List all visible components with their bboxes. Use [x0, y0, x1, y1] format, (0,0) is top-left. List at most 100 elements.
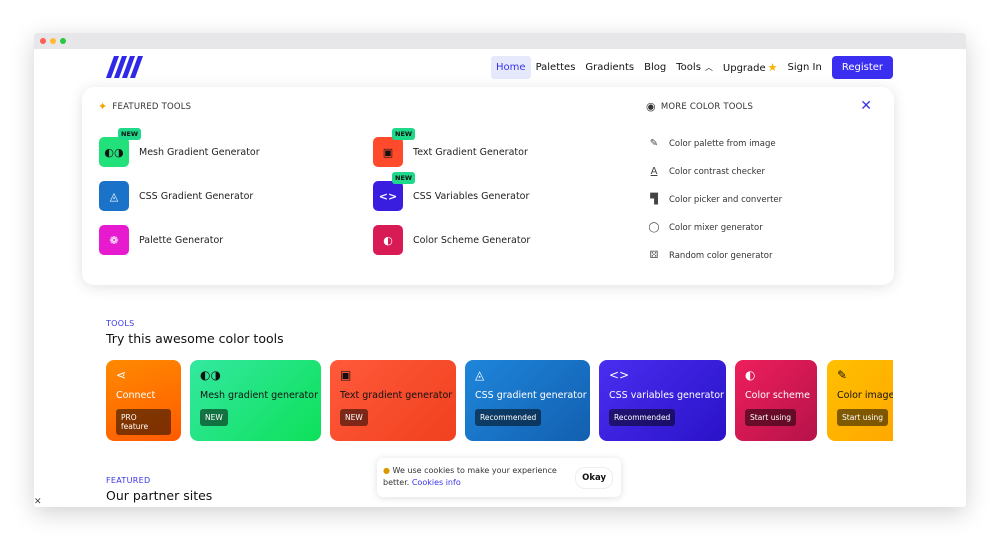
- tool-card-title: Color scheme: [745, 390, 810, 401]
- more-tool-label: Color contrast checker: [669, 166, 765, 177]
- featured-tools-title: ✦ FEATURED TOOLS: [98, 100, 191, 113]
- cookie-message: We use cookies to make your experience b…: [383, 466, 557, 487]
- sparkle-icon: ✦: [98, 100, 108, 113]
- more-tool-label: Color palette from image: [669, 138, 776, 149]
- featured-tool-palette[interactable]: ❁ Palette Generator: [99, 225, 223, 255]
- chevron-up-icon: ︿: [704, 63, 713, 72]
- paint-roller-icon: ▜: [650, 194, 658, 205]
- tool-card-badge: Start using: [745, 409, 796, 426]
- more-tool-mixer[interactable]: ◯ Color mixer generator: [648, 222, 763, 233]
- cookie-text-block: ● We use cookies to make your experience…: [383, 465, 563, 489]
- tool-card-badge: Recommended: [609, 409, 676, 426]
- tool-card-css-gradient[interactable]: ◬ CSS gradient generator Recommended: [465, 360, 590, 441]
- mesh-gradient-icon: ◐◑ NEW: [99, 128, 142, 167]
- star-icon: ★: [767, 61, 778, 74]
- tool-card-color-image[interactable]: ✎ Color image Start using: [827, 360, 893, 441]
- cookie-banner: ● We use cookies to make your experience…: [377, 458, 621, 497]
- eyedropper-icon: ✎: [837, 368, 848, 382]
- browser-window: Home Palettes Gradients Blog Tools ︿ Upgr…: [34, 33, 966, 507]
- featured-tool-label: Mesh Gradient Generator: [139, 146, 260, 158]
- tools-kicker: TOOLS: [106, 319, 135, 328]
- tool-card-title: Text gradient generator: [340, 390, 453, 401]
- logo-icon[interactable]: [106, 56, 144, 78]
- more-tool-contrast-checker[interactable]: A Color contrast checker: [648, 166, 765, 177]
- more-tool-picker-converter[interactable]: ▜ Color picker and converter: [648, 194, 782, 205]
- okay-button[interactable]: Okay: [575, 467, 613, 489]
- featured-tools-label: FEATURED TOOLS: [112, 101, 192, 112]
- tool-card-color-scheme[interactable]: ◐ Color scheme Start using: [735, 360, 817, 441]
- tool-card-badge: Start using: [837, 409, 888, 426]
- more-tool-label: Random color generator: [669, 250, 773, 261]
- more-tool-palette-from-image[interactable]: ✎ Color palette from image: [648, 138, 776, 149]
- circles-icon: ◯: [648, 222, 660, 233]
- register-button[interactable]: Register: [831, 56, 893, 79]
- tools-dropdown: ✦ FEATURED TOOLS ◉ MORE COLOR TOOLS ✕ ◐◑…: [82, 87, 894, 285]
- tool-card-title: Connect: [116, 390, 156, 401]
- tool-card-title: Mesh gradient generator: [200, 390, 318, 401]
- tool-card-badge: Recommended: [475, 409, 542, 426]
- featured-heading: Our partner sites: [106, 488, 213, 503]
- dice-icon: ⚄: [649, 250, 659, 261]
- mesh-gradient-icon: ◐◑: [200, 368, 221, 382]
- nav-tools[interactable]: Tools ︿: [671, 56, 718, 79]
- maximize-window-dot[interactable]: [60, 38, 66, 44]
- tool-card-badge: PRO feature: [116, 409, 171, 435]
- sign-in-link[interactable]: Sign In: [783, 56, 827, 79]
- featured-tool-label: Color Scheme Generator: [413, 234, 531, 246]
- featured-kicker: FEATURED: [106, 476, 151, 485]
- text-box-icon: ▣: [340, 368, 352, 382]
- code-icon: <>: [609, 368, 630, 382]
- featured-tool-css-variables[interactable]: <> NEW CSS Variables Generator: [373, 172, 530, 211]
- share-icon: ⋖: [116, 368, 127, 382]
- main-nav: Home Palettes Gradients Blog Tools ︿ Upgr…: [491, 55, 893, 80]
- title-bar: [34, 33, 966, 49]
- tool-card-connect[interactable]: ⋖ Connect PRO feature: [106, 360, 181, 441]
- text-box-icon: ▣ NEW: [373, 128, 416, 167]
- tool-card-badge: NEW: [200, 409, 228, 426]
- nav-home[interactable]: Home: [491, 56, 531, 79]
- featured-tool-label: Palette Generator: [139, 234, 224, 246]
- close-icon[interactable]: ✕: [860, 98, 872, 114]
- drop-icon: ◐: [745, 368, 756, 382]
- featured-tool-color-scheme[interactable]: ◐ Color Scheme Generator: [373, 225, 530, 255]
- tool-card-css-variables[interactable]: <> CSS variables generator Recommended: [599, 360, 726, 441]
- new-badge: NEW: [392, 128, 416, 140]
- nav-blog[interactable]: Blog: [639, 56, 671, 79]
- nav-tools-label: Tools: [676, 62, 701, 73]
- nav-upgrade[interactable]: Upgrade ★: [718, 55, 783, 80]
- tool-card-badge: NEW: [340, 409, 368, 426]
- featured-tool-mesh[interactable]: ◐◑ NEW Mesh Gradient Generator: [99, 128, 260, 167]
- new-badge: NEW: [392, 172, 416, 184]
- more-tools-title: ◉ MORE COLOR TOOLS: [646, 100, 753, 113]
- featured-tool-label: CSS Gradient Generator: [139, 190, 254, 202]
- code-icon: <> NEW: [373, 172, 416, 211]
- palette-icon: ◉: [646, 100, 656, 113]
- eyedropper-icon: ✎: [649, 138, 659, 149]
- tool-card-title: CSS gradient generator: [475, 390, 587, 401]
- minimize-window-dot[interactable]: [50, 38, 56, 44]
- tool-cards-row: ⋖ Connect PRO feature ◐◑ Mesh gradient g…: [106, 360, 893, 441]
- featured-tool-css-gradient[interactable]: ◬ CSS Gradient Generator: [99, 181, 253, 211]
- nav-gradients[interactable]: Gradients: [580, 56, 639, 79]
- nav-palettes[interactable]: Palettes: [531, 56, 581, 79]
- new-badge: NEW: [118, 128, 142, 140]
- more-tools-label: MORE COLOR TOOLS: [660, 101, 754, 112]
- paint-bucket-icon: ◬: [99, 181, 129, 211]
- tool-card-mesh[interactable]: ◐◑ Mesh gradient generator NEW: [190, 360, 321, 441]
- tool-card-title: CSS variables generator: [609, 390, 724, 401]
- featured-tool-text-gradient[interactable]: ▣ NEW Text Gradient Generator: [373, 128, 528, 167]
- more-tool-label: Color picker and converter: [669, 194, 783, 205]
- more-tool-label: Color mixer generator: [669, 222, 763, 233]
- text-a-icon: A: [650, 166, 658, 177]
- drop-icon: ◐: [373, 225, 403, 255]
- tool-card-text-gradient[interactable]: ▣ Text gradient generator NEW: [330, 360, 456, 441]
- tool-card-title: Color image: [837, 390, 893, 401]
- more-tool-random[interactable]: ⚄ Random color generator: [648, 250, 773, 261]
- featured-tool-label: CSS Variables Generator: [413, 190, 530, 202]
- palette-icon: ❁: [99, 225, 129, 255]
- page-content: Home Palettes Gradients Blog Tools ︿ Upgr…: [34, 49, 966, 507]
- dismiss-icon[interactable]: ✕: [34, 497, 42, 507]
- cookies-info-link[interactable]: Cookies info: [412, 478, 461, 487]
- featured-tool-label: Text Gradient Generator: [413, 146, 528, 158]
- close-window-dot[interactable]: [40, 38, 46, 44]
